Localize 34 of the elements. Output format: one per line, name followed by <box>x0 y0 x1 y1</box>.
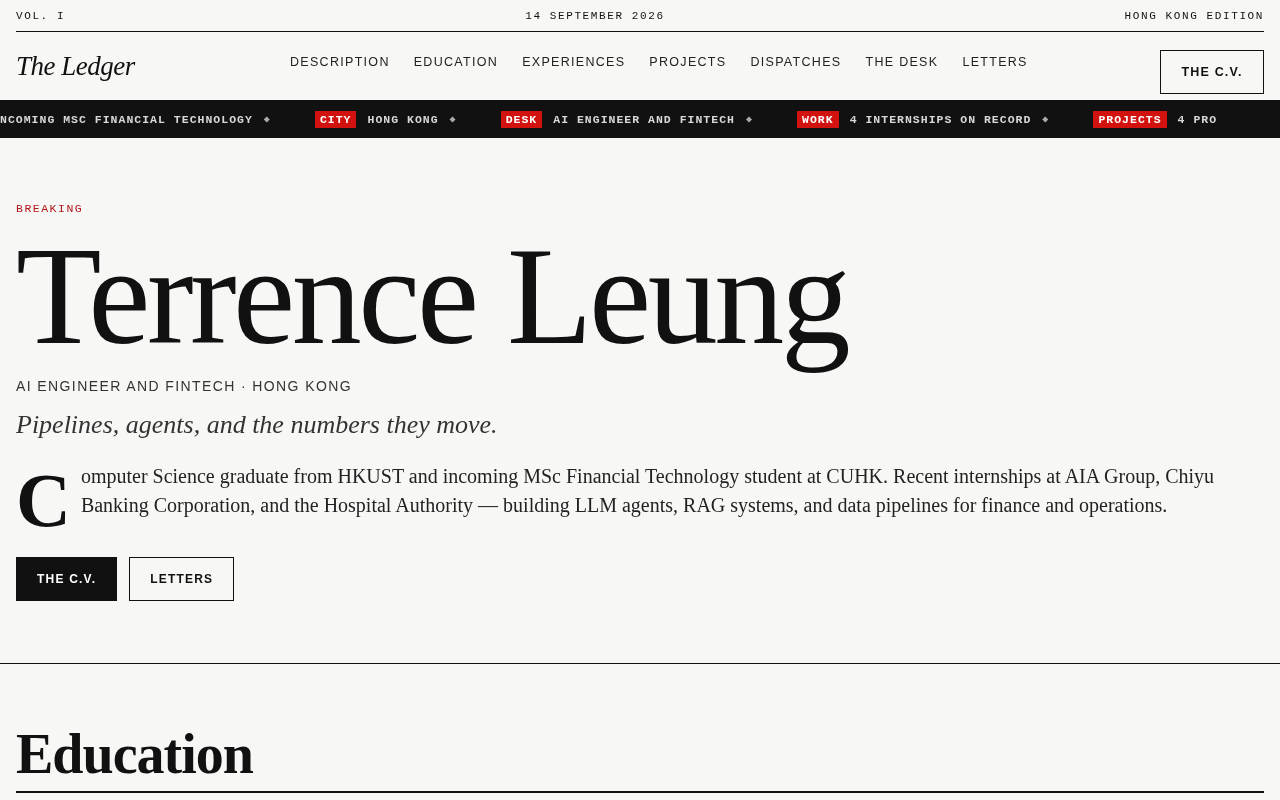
ticker-separator: ◆ <box>1042 113 1050 125</box>
cv-button[interactable]: THE C.V. <box>1160 50 1264 94</box>
nav-link[interactable]: PROJECTS <box>649 55 727 69</box>
nav-link[interactable]: LETTERS <box>962 55 1028 69</box>
nav-link[interactable]: DESCRIPTION <box>290 55 390 69</box>
hero-button[interactable]: THE C.V. <box>16 556 118 601</box>
ticker-tag: PROJECTS <box>1093 110 1167 128</box>
nav-link[interactable]: EDUCATION <box>413 55 499 69</box>
site-logo[interactable]: The Ledger <box>16 50 290 82</box>
nav-link[interactable]: THE DESK <box>865 55 939 69</box>
ticker-separator: ◆ <box>449 113 457 125</box>
ticker-text: AI ENGINEER AND FINTECH <box>553 112 735 126</box>
ticker-separator: ◆ <box>263 113 271 125</box>
ticker-text: NCOMING MSC FINANCIAL TECHNOLOGY <box>0 112 253 126</box>
drop-cap: C <box>16 462 71 531</box>
ticker-text: HONG KONG <box>367 112 439 126</box>
issue-date: 14 SEPTEMBER 2026 <box>525 10 665 22</box>
tagline: Pipelines, agents, and the numbers they move. <box>16 410 499 440</box>
ticker-separator: ◆ <box>746 113 753 125</box>
role-line: AI ENGINEER AND FINTECH · HONG KONG <box>16 378 354 394</box>
kicker-label: BREAKING <box>16 202 85 215</box>
ticker-tag: WORK <box>797 110 839 128</box>
hero-button[interactable]: LETTERS <box>129 556 235 601</box>
hero-name: Terrence Leung <box>16 217 848 375</box>
nav-link[interactable]: DISPATCHES <box>750 55 842 69</box>
ticker-tag: DESK <box>500 110 543 128</box>
edition-label: HONG KONG EDITION <box>1124 10 1264 22</box>
ticker-text: 4 PRO <box>1177 112 1218 126</box>
volume-label: VOL. I <box>16 10 66 22</box>
ticker-text: 4 INTERNSHIPS ON RECORD <box>849 112 1032 126</box>
nav-link[interactable]: EXPERIENCES <box>522 55 626 69</box>
section-heading: Education <box>16 723 1264 794</box>
ticker-tag: CITY <box>314 110 357 128</box>
intro-paragraph: omputer Science graduate from HKUST and incoming MSc Financial Technology student at CUHK. Recent internships at AIA Group, Chiyu Banking Corporation, and the Hospital Authority — building LLM agents, RAG systems, and data pipelines for finance and operations. <box>80 464 1216 519</box>
